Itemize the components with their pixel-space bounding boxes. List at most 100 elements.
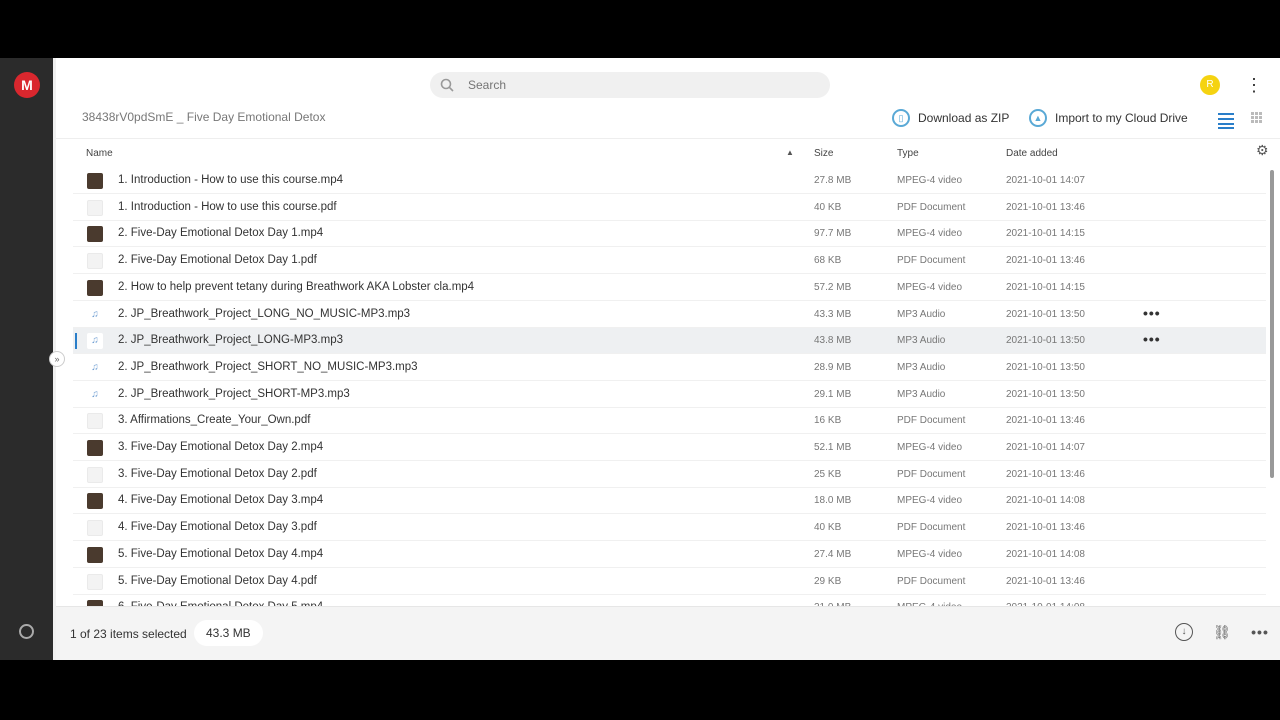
file-size: 40 KB (814, 522, 842, 533)
column-header-type[interactable]: Type (897, 148, 919, 159)
row-more-icon[interactable]: ••• (1143, 331, 1161, 347)
video-thumbnail-icon (87, 226, 103, 242)
video-thumbnail-icon (87, 173, 103, 189)
expand-sidebar-button[interactable]: » (49, 351, 65, 367)
scrollbar-thumb[interactable] (1270, 170, 1274, 478)
more-actions-icon[interactable]: ••• (1251, 623, 1269, 641)
table-row[interactable]: 2. Five-Day Emotional Detox Day 1.pdf 68 … (73, 248, 1266, 274)
selection-count: 1 of 23 items selected (70, 627, 187, 641)
file-name: 3. Five-Day Emotional Detox Day 2.pdf (118, 468, 317, 480)
mega-logo[interactable]: M (14, 72, 40, 98)
file-name: 2. How to help prevent tetany during Bre… (118, 281, 475, 293)
file-type: MP3 Audio (897, 335, 946, 346)
file-size: 43.8 MB (814, 335, 852, 346)
file-type: MPEG-4 video (897, 442, 963, 453)
column-header-date[interactable]: Date added (1006, 148, 1058, 159)
table-row[interactable]: 5. Five-Day Emotional Detox Day 4.pdf 29 … (73, 569, 1266, 595)
table-row[interactable]: ♫ 2. JP_Breathwork_Project_SHORT_NO_MUSIC… (73, 355, 1266, 381)
file-type: MP3 Audio (897, 389, 946, 400)
link-icon[interactable]: ⛓ (1213, 623, 1231, 641)
file-type: PDF Document (897, 522, 966, 533)
pdf-file-icon (87, 574, 103, 590)
file-type: MP3 Audio (897, 309, 946, 320)
file-size: 57.2 MB (814, 282, 852, 293)
column-header-name[interactable]: Name (86, 148, 113, 159)
avatar[interactable]: R (1200, 75, 1220, 95)
table-row[interactable]: 4. Five-Day Emotional Detox Day 3.mp4 18.… (73, 488, 1266, 514)
search-bar[interactable] (430, 72, 830, 98)
download-zip-label: Download as ZIP (918, 111, 1010, 125)
file-size: 29.1 MB (814, 389, 852, 400)
table-row[interactable]: 4. Five-Day Emotional Detox Day 3.pdf 40 … (73, 515, 1266, 541)
pdf-file-icon (87, 200, 103, 216)
file-date-added: 2021-10-01 13:46 (1006, 522, 1085, 533)
file-size: 97.7 MB (814, 228, 852, 239)
zip-icon: ▯ (892, 109, 910, 127)
file-name: 2. JP_Breathwork_Project_LONG_NO_MUSIC-M… (118, 308, 411, 320)
file-date-added: 2021-10-01 13:46 (1006, 469, 1085, 480)
file-type: MPEG-4 video (897, 549, 963, 560)
list-view-icon[interactable] (1218, 110, 1234, 129)
file-size: 52.1 MB (814, 442, 852, 453)
file-list: 1. Introduction - How to use this course… (73, 168, 1266, 606)
file-size: 27.8 MB (814, 175, 852, 186)
scrollbar[interactable] (1268, 170, 1276, 606)
import-label: Import to my Cloud Drive (1055, 111, 1188, 125)
table-row[interactable]: 6. Five-Day Emotional Detox Day 5.mp421.… (73, 595, 1266, 606)
selection-size-badge: 43.3 MB (194, 620, 263, 646)
table-row[interactable]: 1. Introduction - How to use this course… (73, 168, 1266, 194)
file-name: 4. Five-Day Emotional Detox Day 3.mp4 (118, 494, 324, 506)
file-name: 5. Five-Day Emotional Detox Day 4.pdf (118, 575, 317, 587)
video-thumbnail-icon (87, 280, 103, 296)
file-type: PDF Document (897, 415, 966, 426)
row-more-icon[interactable]: ••• (1143, 305, 1161, 321)
file-type: PDF Document (897, 469, 966, 480)
download-icon[interactable]: ↓ (1175, 623, 1193, 641)
file-date-added: 2021-10-01 14:07 (1006, 175, 1085, 186)
selection-footer: 1 of 23 items selected 43.3 MB ↓ ⛓ ••• (56, 607, 1280, 660)
download-zip-button[interactable]: ▯ Download as ZIP (892, 108, 1009, 128)
file-name: 2. Five-Day Emotional Detox Day 1.pdf (118, 254, 317, 266)
table-row[interactable]: 3. Five-Day Emotional Detox Day 2.mp4 52.… (73, 435, 1266, 461)
column-header-size[interactable]: Size (814, 148, 833, 159)
transfer-manager-icon[interactable] (19, 624, 34, 639)
sort-ascending-icon[interactable]: ▲ (786, 148, 794, 157)
table-row[interactable]: 2. How to help prevent tetany during Bre… (73, 275, 1266, 301)
file-name: 5. Five-Day Emotional Detox Day 4.mp4 (118, 548, 324, 560)
file-name: 3. Affirmations_Create_Your_Own.pdf (118, 414, 311, 426)
table-row[interactable]: 3. Affirmations_Create_Your_Own.pdf 16 KB… (73, 408, 1266, 434)
video-thumbnail-icon (87, 547, 103, 563)
file-date-added: 2021-10-01 14:07 (1006, 442, 1085, 453)
table-row[interactable]: 1. Introduction - How to use this course… (73, 195, 1266, 221)
breadcrumb: 38438rV0pdSmE _ Five Day Emotional Detox (82, 110, 326, 124)
file-date-added: 2021-10-01 14:08 (1006, 549, 1085, 560)
file-name: 1. Introduction - How to use this course… (118, 174, 343, 186)
import-cloud-drive-button[interactable]: ▲ Import to my Cloud Drive (1029, 108, 1188, 128)
file-date-added: 2021-10-01 14:15 (1006, 282, 1085, 293)
video-thumbnail-icon (87, 493, 103, 509)
file-type: MPEG-4 video (897, 228, 963, 239)
file-size: 28.9 MB (814, 362, 852, 373)
search-icon (440, 78, 454, 92)
file-date-added: 2021-10-01 14:15 (1006, 228, 1085, 239)
column-settings-gear-icon[interactable]: ⚙ (1256, 142, 1269, 159)
file-type: MP3 Audio (897, 362, 946, 373)
file-size: 29 KB (814, 576, 842, 587)
file-name: 2. JP_Breathwork_Project_LONG-MP3.mp3 (118, 334, 343, 346)
table-row[interactable]: ♫ 2. JP_Breathwork_Project_SHORT-MP3.mp3 2… (73, 382, 1266, 408)
table-row[interactable]: ♫ 2. JP_Breathwork_Project_LONG_NO_MUSIC-… (73, 302, 1266, 328)
search-input[interactable] (468, 76, 808, 94)
file-size: 40 KB (814, 202, 842, 213)
grid-view-icon[interactable] (1251, 112, 1262, 123)
table-row[interactable]: ♫ 2. JP_Breathwork_Project_LONG-MP3.mp3 43… (73, 328, 1266, 354)
table-row[interactable]: 2. Five-Day Emotional Detox Day 1.mp4 97.… (73, 221, 1266, 247)
sidebar: M (0, 58, 53, 660)
table-row[interactable]: 3. Five-Day Emotional Detox Day 2.pdf 25 … (73, 462, 1266, 488)
audio-file-icon: ♫ (87, 360, 103, 376)
file-size: 43.3 MB (814, 309, 852, 320)
more-menu-icon[interactable]: ⋮ (1245, 74, 1263, 96)
file-name: 3. Five-Day Emotional Detox Day 2.mp4 (118, 441, 324, 453)
table-row[interactable]: 5. Five-Day Emotional Detox Day 4.mp4 27.… (73, 542, 1266, 568)
pdf-file-icon (87, 253, 103, 269)
file-type: PDF Document (897, 576, 966, 587)
